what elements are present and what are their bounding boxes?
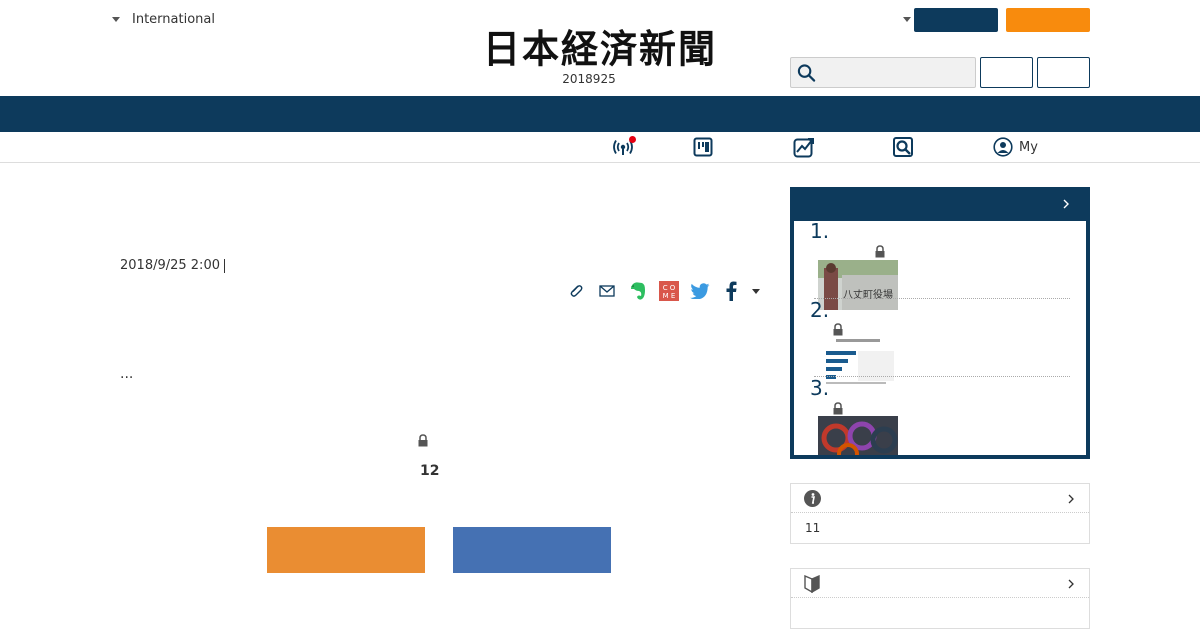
article-date-text: 2018/9/25 2:00 [120, 258, 220, 273]
ranking-divider [814, 376, 1070, 377]
info-box-header[interactable] [791, 484, 1089, 513]
article-date: 2018/9/25 2:00 [120, 258, 225, 273]
market-nav-item[interactable] [793, 136, 815, 158]
my-nav-item[interactable]: My [993, 136, 1038, 158]
share-evernote[interactable] [622, 278, 653, 304]
cta-blue-button[interactable] [453, 527, 611, 573]
share-facebook[interactable] [715, 278, 746, 304]
facebook-icon [726, 281, 736, 301]
share-bar: C O M E [560, 278, 760, 304]
login-button[interactable] [914, 8, 998, 32]
share-twitter[interactable] [684, 278, 715, 304]
paperclip-icon [570, 285, 582, 297]
cta-orange-button[interactable] [267, 527, 425, 573]
ranking-thumbnail-2[interactable] [818, 337, 898, 387]
share-more-caret-icon[interactable] [752, 288, 760, 294]
caret-down-icon [112, 17, 120, 22]
paper-nav-item[interactable] [693, 136, 713, 158]
info-box-body: 11 [805, 521, 821, 535]
share-mail[interactable] [591, 278, 622, 304]
search-box[interactable] [790, 57, 976, 88]
search-input[interactable] [820, 58, 975, 87]
beginner-box-header[interactable] [791, 569, 1089, 598]
article-ellipsis: ... [120, 366, 134, 382]
notification-dot [629, 136, 636, 143]
share-clip[interactable] [560, 278, 591, 304]
ranking-divider [814, 298, 1070, 299]
search-icon[interactable] [797, 63, 816, 83]
edition-label: International [132, 12, 215, 27]
subscribe-button[interactable] [1006, 8, 1090, 32]
beginner-box-body [791, 598, 1089, 628]
ranking-number: 2. [810, 298, 830, 322]
my-label: My [1019, 139, 1038, 155]
evernote-icon [630, 282, 645, 300]
info-icon [804, 490, 821, 507]
ranking-thumbnail-3[interactable] [818, 416, 898, 455]
svg-text:M E: M E [662, 292, 675, 300]
header-button-2[interactable] [1037, 57, 1090, 88]
site-logo[interactable]: 日本経済新聞 [450, 25, 750, 73]
svg-text:C O: C O [662, 284, 675, 292]
lock-icon [417, 432, 429, 451]
search-square-icon [893, 137, 913, 157]
user-circle-icon [993, 137, 1013, 157]
logo-text: 日本経済新聞 [483, 25, 717, 73]
header-date: 2018925 [562, 72, 616, 86]
twitter-icon [689, 283, 709, 299]
ranking-box: 1. 八丈町役場 2. 3. [790, 187, 1090, 459]
live-nav-item[interactable] [612, 136, 636, 158]
mail-icon [598, 285, 615, 297]
info-box: 11 [790, 483, 1090, 544]
chevron-right-icon [1063, 199, 1069, 209]
share-comemo[interactable]: C O M E [653, 278, 684, 304]
ranking-number: 1. [810, 219, 830, 243]
sub-navbar: My [0, 132, 1200, 163]
ranking-number: 3. [810, 376, 830, 400]
chevron-right-icon [1068, 579, 1074, 589]
beginner-mark-icon [804, 575, 820, 593]
chart-up-icon [793, 138, 814, 158]
svg-text:八丈町役場: 八丈町役場 [843, 288, 893, 301]
main-navbar [0, 96, 1200, 132]
date-divider [223, 258, 225, 273]
beginner-box [790, 568, 1090, 629]
search-nav-item[interactable] [893, 136, 913, 158]
comemo-icon: C O M E [658, 281, 679, 301]
ranking-thumbnail-1[interactable]: 八丈町役場 [818, 260, 898, 310]
ranking-header[interactable] [794, 187, 1086, 221]
newspaper-icon [693, 137, 713, 157]
header-button-1[interactable] [980, 57, 1033, 88]
caret-down-icon[interactable] [903, 17, 911, 22]
edition-selector[interactable]: International [112, 12, 215, 27]
chevron-right-icon [1068, 494, 1074, 504]
article-count: 12 [420, 463, 440, 479]
